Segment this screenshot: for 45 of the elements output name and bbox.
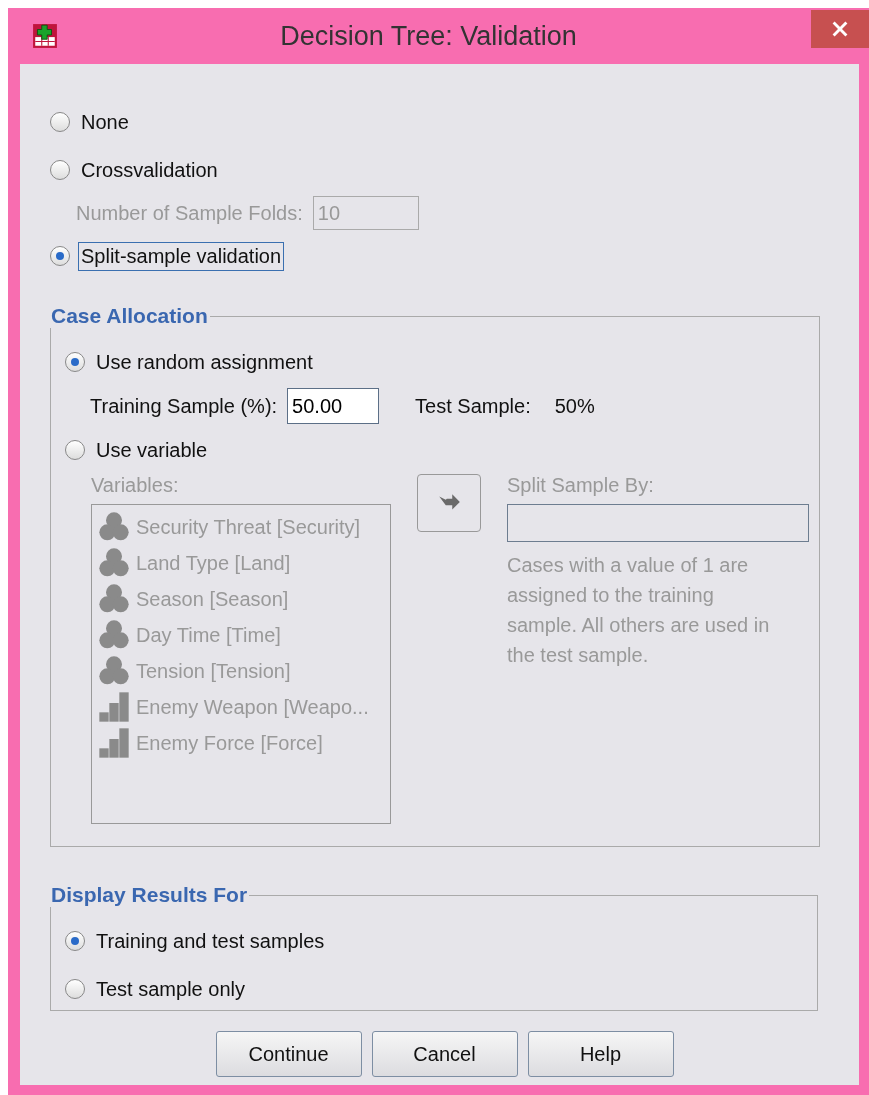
variable-name: Enemy Force [Force] bbox=[136, 731, 323, 755]
field-label: Training Sample (%): bbox=[90, 394, 278, 418]
help-text: Cases with a value of 1 are assigned to the training sample. All others are used in the test sample. bbox=[507, 553, 771, 668]
radio-button[interactable] bbox=[50, 160, 70, 180]
field-label: Split Sample By: bbox=[507, 474, 655, 498]
grid-plus-icon bbox=[32, 23, 58, 49]
dialog-button[interactable]: Help bbox=[527, 1031, 674, 1077]
radio-button[interactable] bbox=[50, 246, 70, 266]
radio-button[interactable] bbox=[50, 112, 70, 132]
variable-name: Day Time [Time] bbox=[136, 623, 281, 647]
radio-button[interactable] bbox=[65, 931, 85, 951]
variable-name: Land Type [Land] bbox=[136, 551, 291, 575]
window-title: Decision Tree: Validation bbox=[279, 20, 578, 52]
field-label: Number of Sample Folds: bbox=[76, 201, 303, 225]
nominal-variable-icon bbox=[98, 511, 130, 543]
radio-button[interactable] bbox=[65, 352, 85, 372]
group-title: Display Results For bbox=[50, 883, 249, 907]
field-label: Test Sample: bbox=[415, 394, 531, 418]
value-text: 50% bbox=[554, 394, 595, 418]
dialog-button[interactable]: Cancel bbox=[371, 1031, 518, 1077]
dialog-button[interactable]: Continue bbox=[215, 1031, 362, 1077]
radio-button[interactable] bbox=[65, 979, 85, 999]
close-button[interactable] bbox=[811, 10, 869, 48]
nominal-variable-icon bbox=[98, 655, 130, 687]
radio-label[interactable]: None bbox=[78, 107, 132, 137]
radio-button[interactable] bbox=[65, 440, 85, 460]
input-field[interactable]: 50.00 bbox=[287, 388, 380, 424]
radio-label[interactable]: Test sample only bbox=[93, 974, 248, 1004]
close-icon bbox=[832, 21, 848, 37]
bar-chart-icon bbox=[98, 727, 130, 759]
nominal-variable-icon bbox=[98, 583, 130, 615]
bar-chart-icon bbox=[98, 691, 130, 723]
group-title: Case Allocation bbox=[50, 304, 209, 328]
radio-label[interactable]: Training and test samples bbox=[93, 926, 328, 956]
radio-label[interactable]: Split-sample validation bbox=[78, 241, 285, 271]
variable-name: Enemy Weapon [Weapo... bbox=[136, 695, 369, 719]
radio-label[interactable]: Crossvalidation bbox=[78, 155, 221, 185]
nominal-variable-icon bbox=[98, 547, 130, 579]
radio-label[interactable]: Use variable bbox=[93, 435, 211, 465]
variable-name: Security Threat [Security] bbox=[136, 515, 361, 539]
nominal-variable-icon bbox=[98, 619, 130, 651]
variable-name: Season [Season] bbox=[136, 587, 289, 611]
variable-name: Tension [Tension] bbox=[136, 659, 291, 683]
radio-label[interactable]: Use random assignment bbox=[93, 347, 316, 377]
list-label: Variables: bbox=[91, 474, 180, 498]
